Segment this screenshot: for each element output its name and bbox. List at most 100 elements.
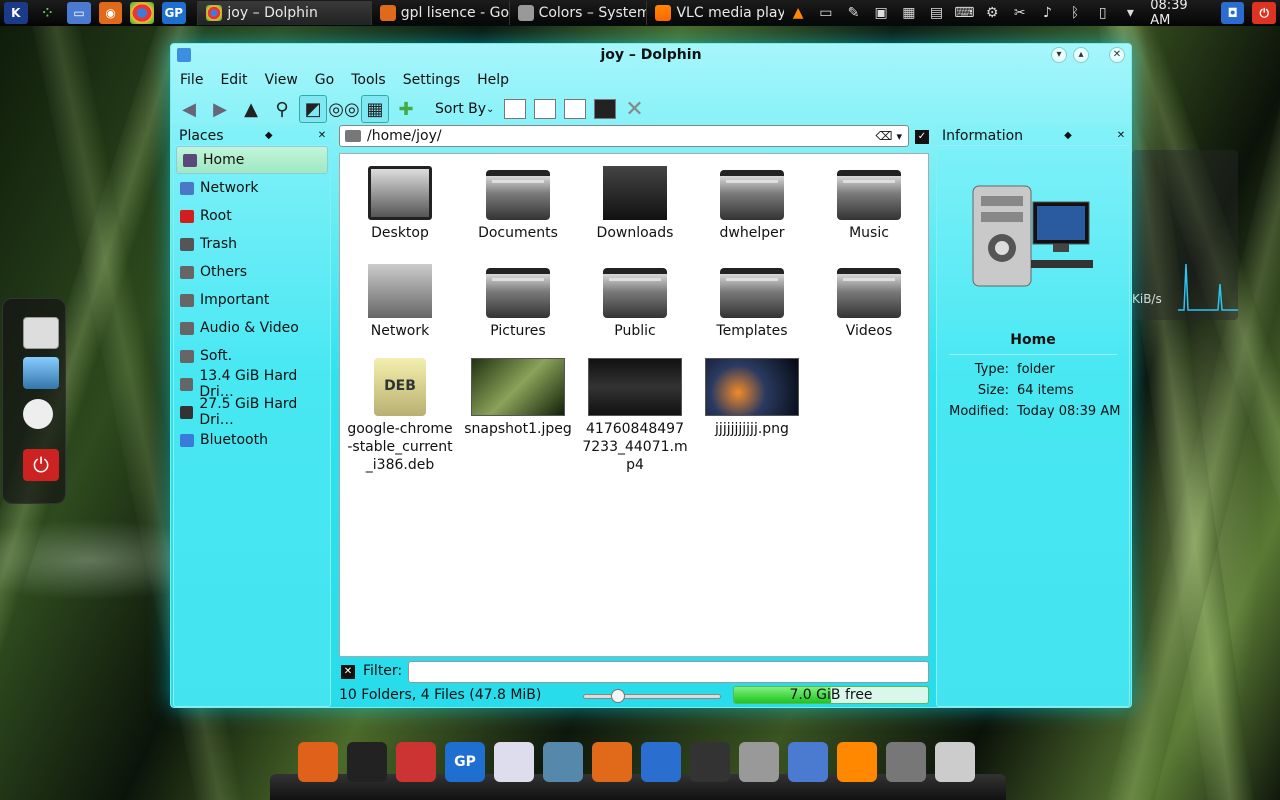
power-icon[interactable]: ⏻ [23, 449, 59, 481]
clear-location-icon[interactable]: ⌫ [876, 129, 893, 143]
settings-tray-icon[interactable]: ⚙ [982, 3, 1002, 23]
menu-help[interactable]: Help [476, 71, 517, 88]
clock-icon[interactable] [23, 399, 53, 429]
task-dolphin[interactable]: joy – Dolphin [197, 1, 371, 25]
float-icon[interactable]: ◆ [261, 130, 277, 141]
menu-edit[interactable]: Edit [219, 71, 255, 88]
file-item[interactable]: snapshot1.jpeg [463, 358, 573, 438]
ubuntu-icon[interactable] [298, 742, 338, 782]
place-item[interactable]: Network [174, 174, 330, 202]
new-folder-icon[interactable]: ✚ [392, 95, 420, 123]
monitor-tray-icon[interactable]: ▭ [816, 3, 836, 23]
pen-tray-icon[interactable]: ✎ [844, 3, 864, 23]
firefox-icon[interactable]: ◉ [98, 2, 123, 24]
close-icon[interactable]: ✕ [1109, 47, 1125, 63]
place-item[interactable]: Audio & Video [174, 314, 330, 342]
document-icon[interactable] [494, 742, 534, 782]
bird-icon[interactable] [641, 742, 681, 782]
filter-input[interactable] [408, 661, 929, 683]
place-item[interactable]: 27.5 GiB Hard Dri… [174, 396, 330, 428]
file-item[interactable]: jjjjjjjjjjj.png [697, 358, 807, 438]
chevron-down-icon[interactable]: ▾ [1121, 3, 1141, 23]
monitor-icon[interactable] [23, 357, 59, 389]
file-item[interactable]: Pictures [463, 264, 573, 340]
calendar-icon[interactable] [23, 317, 59, 349]
file-item[interactable]: 417608484977233_44071.mp4 [580, 358, 690, 474]
package-icon[interactable] [396, 742, 436, 782]
location-path[interactable]: /home/joy/ [367, 128, 442, 144]
close-icon[interactable]: ✕ [314, 130, 330, 141]
place-item[interactable]: 13.4 GiB Hard Dri… [174, 368, 330, 400]
back-icon[interactable]: ◀ [175, 95, 203, 123]
forward-icon[interactable]: ▶ [206, 95, 234, 123]
file-item[interactable]: Music [814, 166, 924, 242]
zoom-slider-handle[interactable] [611, 689, 625, 703]
globe-icon[interactable] [543, 742, 583, 782]
battery-tray-icon[interactable]: ▯ [1093, 3, 1113, 23]
menu-file[interactable]: File [179, 71, 211, 88]
task-chrome[interactable]: gpl lisence - Goo [370, 1, 509, 25]
file-item[interactable]: Documents [463, 166, 573, 242]
desktop-icon[interactable]: ▭ [67, 2, 91, 24]
file-manager-icon[interactable] [788, 742, 828, 782]
task-colors[interactable]: Colors – System [508, 1, 646, 25]
task-vlc[interactable]: VLC media playe [646, 1, 784, 25]
firefox-icon[interactable] [592, 742, 632, 782]
gp-icon[interactable]: GP [161, 2, 186, 24]
panels-icon[interactable] [594, 99, 617, 119]
chevron-down-icon[interactable]: ▾ [896, 130, 902, 143]
place-item[interactable]: Root [174, 202, 330, 230]
printer-icon[interactable] [935, 742, 975, 782]
chrome-icon[interactable] [130, 2, 154, 24]
place-item[interactable]: Soft. [174, 342, 330, 370]
file-item[interactable]: Videos [814, 264, 924, 340]
preview-icon[interactable]: ◩ [299, 95, 327, 123]
details-view-icon[interactable] [504, 99, 527, 119]
terminal-icon[interactable] [347, 742, 387, 782]
close-icon[interactable]: ✕ [1113, 130, 1129, 141]
close-tools-icon[interactable]: ✕ [620, 95, 648, 123]
pen-icon[interactable] [690, 742, 730, 782]
file-item[interactable]: Downloads [580, 166, 690, 242]
file-item[interactable]: Templates [697, 264, 807, 340]
gp-icon[interactable]: GP [445, 742, 485, 782]
package-tray-icon[interactable]: ▦ [899, 3, 919, 23]
place-item[interactable]: Important [174, 286, 330, 314]
columns-view-icon[interactable] [564, 99, 587, 119]
power-icon[interactable]: ⏻ [1252, 2, 1277, 24]
place-item[interactable]: Trash [174, 230, 330, 258]
close-filter-icon[interactable]: ✕ [341, 665, 355, 679]
minimize-icon[interactable]: ▾ [1051, 47, 1067, 63]
compact-view-icon[interactable] [534, 99, 557, 119]
up-icon[interactable]: ▲ [237, 95, 265, 123]
menu-view[interactable]: View [264, 71, 306, 88]
title-bar[interactable]: joy – Dolphin ▾ ▴ ✕ [171, 44, 1131, 68]
clock[interactable]: 08:39 AM [1150, 0, 1211, 28]
place-item[interactable]: Home [176, 146, 328, 174]
menu-tools[interactable]: Tools [350, 71, 394, 88]
kubuntu-logo-icon[interactable]: K [4, 2, 28, 24]
tools-icon[interactable] [739, 742, 779, 782]
lock-screen-icon[interactable]: ◘ [1220, 2, 1245, 24]
file-item[interactable]: DEB google-chrome-stable_current_i386.deb [345, 358, 455, 474]
file-item[interactable]: Public [580, 264, 690, 340]
find-icon[interactable]: ⚲ [268, 95, 296, 123]
terminal-tray-icon[interactable]: ▣ [871, 3, 891, 23]
icons-view-icon[interactable]: ▦ [361, 95, 389, 123]
place-item[interactable]: Bluetooth [174, 426, 330, 454]
menu-settings[interactable]: Settings [402, 71, 468, 88]
vlc-tray-icon[interactable]: ▲ [788, 3, 808, 23]
scissors-tray-icon[interactable]: ✂ [1010, 3, 1030, 23]
location-bar[interactable]: /home/joy/ ⌫ ▾ [339, 125, 909, 147]
keyboard-tray-icon[interactable]: ⌨ [954, 3, 974, 23]
split-view-icon[interactable]: ◎◎ [328, 95, 359, 123]
volume-tray-icon[interactable]: ♪ [1038, 3, 1058, 23]
sort-by-button[interactable]: Sort By [435, 101, 486, 117]
maximize-icon[interactable]: ▴ [1073, 47, 1089, 63]
network-tray-icon[interactable]: ▤ [927, 3, 947, 23]
chevron-down-icon[interactable]: ⌄ [486, 104, 494, 115]
dots-icon[interactable]: ⁘ [36, 2, 60, 24]
file-item[interactable]: Desktop [345, 166, 455, 242]
file-item[interactable]: Network [345, 264, 455, 340]
menu-go[interactable]: Go [314, 71, 342, 88]
